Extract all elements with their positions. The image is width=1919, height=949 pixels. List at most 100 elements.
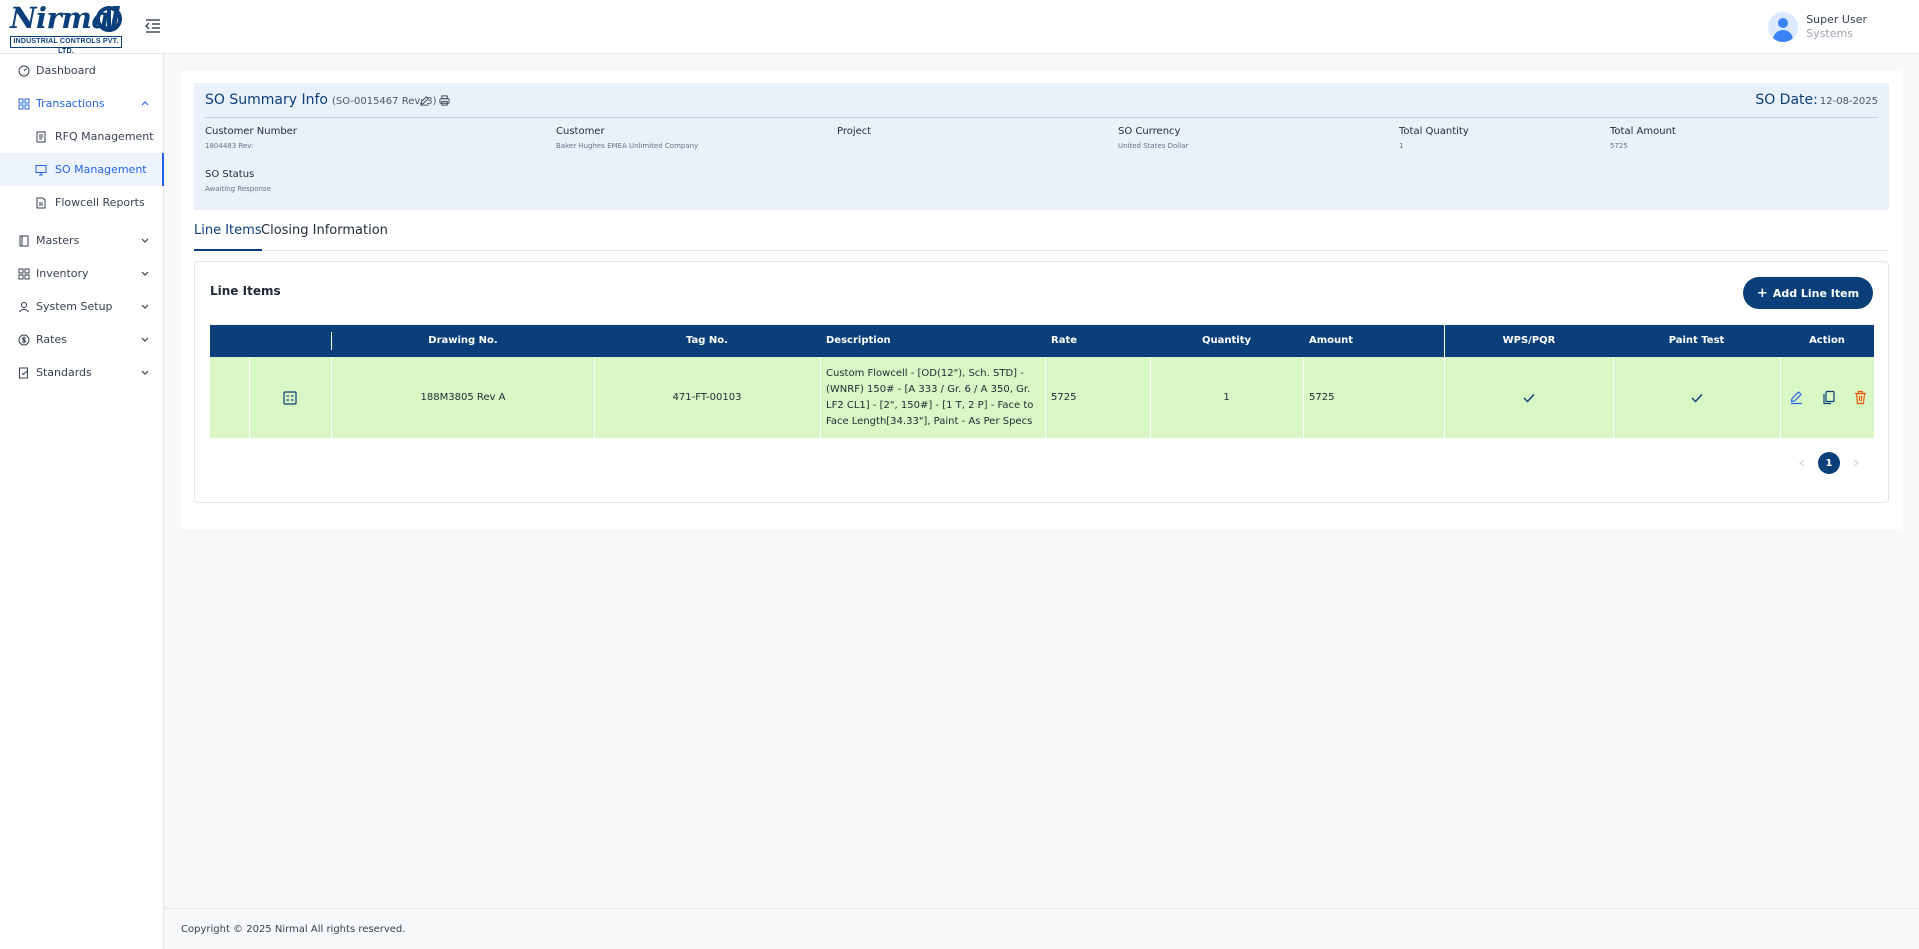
plus-icon: + <box>1756 285 1768 301</box>
avatar-icon <box>1768 12 1799 42</box>
sidebar-item-rfq-management[interactable]: RFQ Management <box>0 120 164 153</box>
check-icon <box>1691 393 1703 403</box>
cell-separator <box>1303 357 1304 438</box>
sidebar-item-label: Masters <box>36 234 80 247</box>
copy-icon[interactable] <box>1821 390 1836 405</box>
chevron-right-icon[interactable] <box>1851 458 1861 468</box>
row-details-cell <box>249 357 331 438</box>
dashboard-icon <box>18 65 30 76</box>
cell-separator <box>1045 357 1046 438</box>
page-footer: Copyright © 2025 Nirmal All rights reser… <box>164 908 1919 949</box>
sidebar-item-label: RFQ Management <box>55 130 154 143</box>
col-amount[interactable]: Amount <box>1309 325 1409 357</box>
report-icon <box>36 197 46 208</box>
so-summary-panel: SO Summary Info (SO-0015467 Rev: 3) SO Da… <box>194 83 1889 210</box>
field-total-quantity: Total Quantity 1 <box>1399 125 1469 152</box>
grid-icon <box>18 268 30 279</box>
sidebar-item-label: SO Management <box>55 163 147 176</box>
tab-bar: Line Items Closing Information <box>194 221 1889 251</box>
col-wps-pqr[interactable]: WPS/PQR <box>1445 325 1613 357</box>
tab-closing-information[interactable]: Closing Information <box>261 221 388 251</box>
field-customer: Customer Baker Hughes EMEA Unlimited Com… <box>556 125 698 152</box>
edit-summary-icon[interactable] <box>419 95 430 106</box>
delete-icon[interactable] <box>1853 390 1868 405</box>
chevron-left-icon[interactable] <box>1797 458 1807 468</box>
edit-icon[interactable] <box>1789 390 1804 405</box>
field-label: Total Amount <box>1610 126 1676 137</box>
line-items-card: Line Items + Add Line Item Drawing No. T… <box>194 261 1889 503</box>
sidebar-item-transactions[interactable]: Transactions <box>0 87 164 120</box>
menu-collapse-icon[interactable] <box>144 17 162 35</box>
tab-line-items[interactable]: Line Items <box>194 221 262 251</box>
field-label: SO Status <box>205 169 255 180</box>
print-icon[interactable] <box>439 95 450 106</box>
sidebar-item-system-setup[interactable]: System Setup <box>0 290 164 323</box>
sidebar-item-dashboard[interactable]: Dashboard <box>0 54 164 87</box>
user-role: Systems <box>1806 27 1853 40</box>
user-name: Super User <box>1806 13 1867 26</box>
so-date-value: 12-08-2025 <box>1819 96 1878 107</box>
logo-subtitle: INDUSTRIAL CONTROLS PVT. LTD. <box>10 36 122 55</box>
cell-separator <box>820 357 821 438</box>
sidebar-item-flowcell-reports[interactable]: Flowcell Reports <box>0 186 164 219</box>
cell-rate: 5725 <box>1051 392 1077 403</box>
field-so-currency: SO Currency United States Dollar <box>1118 125 1188 152</box>
field-value: United States Dollar <box>1118 142 1189 150</box>
field-value: 1804483 Rev: <box>205 142 254 150</box>
cell-paint-test <box>1613 357 1780 438</box>
chevron-up-icon <box>141 101 149 106</box>
user-icon <box>19 301 29 312</box>
sidebar-item-masters[interactable]: Masters <box>0 224 164 257</box>
sidebar-item-so-management[interactable]: SO Management <box>0 153 164 186</box>
sidebar: Dashboard Transactions RFQ Management SO… <box>0 54 164 949</box>
main-content: SO Summary Info (SO-0015467 Rev: 3) SO Da… <box>181 71 1902 529</box>
field-label: Customer <box>556 126 605 137</box>
sidebar-item-label: System Setup <box>36 300 113 313</box>
field-label: SO Currency <box>1118 126 1181 137</box>
so-date: SO Date: 12-08-2025 <box>1755 92 1878 108</box>
sidebar-item-label: Dashboard <box>36 64 96 77</box>
sidebar-item-label: Flowcell Reports <box>55 196 145 209</box>
chevron-down-icon <box>141 271 149 276</box>
col-quantity[interactable]: Quantity <box>1150 325 1303 357</box>
sidebar-item-standards[interactable]: Standards <box>0 356 164 389</box>
cell-description: Custom Flowcell - [OD(12"), Sch. STD] - … <box>826 367 1034 427</box>
chevron-down-icon <box>141 304 149 309</box>
cell-amount: 5725 <box>1309 392 1335 403</box>
summary-divider <box>205 117 1878 118</box>
sidebar-item-inventory[interactable]: Inventory <box>0 257 164 290</box>
top-header: Nirmal INDUSTRIAL CONTROLS PVT. LTD. Sup… <box>0 0 1919 55</box>
currency-icon <box>18 334 30 345</box>
page-number-current[interactable]: 1 <box>1818 452 1840 474</box>
col-drawing-no[interactable]: Drawing No. <box>332 325 594 357</box>
col-description[interactable]: Description <box>826 325 1046 357</box>
cell-tag-no: 471-FT-00103 <box>672 392 742 403</box>
details-icon[interactable] <box>283 390 297 405</box>
company-logo[interactable]: Nirmal INDUSTRIAL CONTROLS PVT. LTD. <box>10 3 124 55</box>
pagination: 1 <box>1786 452 1872 474</box>
sidebar-item-label: Transactions <box>36 97 105 110</box>
col-rate[interactable]: Rate <box>1051 325 1151 357</box>
cell-quantity: 1 <box>1223 392 1230 403</box>
field-value: 1 <box>1399 142 1404 150</box>
field-label: Customer Number <box>205 126 297 137</box>
field-value: Baker Hughes EMEA Unlimited Company <box>556 142 699 150</box>
field-label: Total Quantity <box>1399 126 1469 137</box>
sidebar-item-label: Inventory <box>36 267 89 280</box>
col-paint-test[interactable]: Paint Test <box>1613 325 1780 357</box>
chevron-down-icon <box>141 238 149 243</box>
summary-title: SO Summary Info (SO-0015467 Rev: 3) <box>205 92 437 108</box>
user-menu[interactable]: Super User Systems <box>1768 11 1867 43</box>
user-info: Super User Systems <box>1806 13 1867 41</box>
cell-drawing-no: 188M3805 Rev A <box>420 392 506 403</box>
field-value: Awaiting Response <box>205 185 271 193</box>
check-icon <box>1523 393 1535 403</box>
col-tag-no[interactable]: Tag No. <box>594 325 820 357</box>
sidebar-item-rates[interactable]: Rates <box>0 323 164 356</box>
field-so-status: SO Status Awaiting Response <box>205 168 271 195</box>
standards-icon <box>19 367 28 378</box>
cell-wps-pqr <box>1445 357 1613 438</box>
chevron-down-icon <box>141 337 149 342</box>
logo-emblem-icon <box>96 6 122 32</box>
add-line-item-button[interactable]: + Add Line Item <box>1743 277 1873 309</box>
